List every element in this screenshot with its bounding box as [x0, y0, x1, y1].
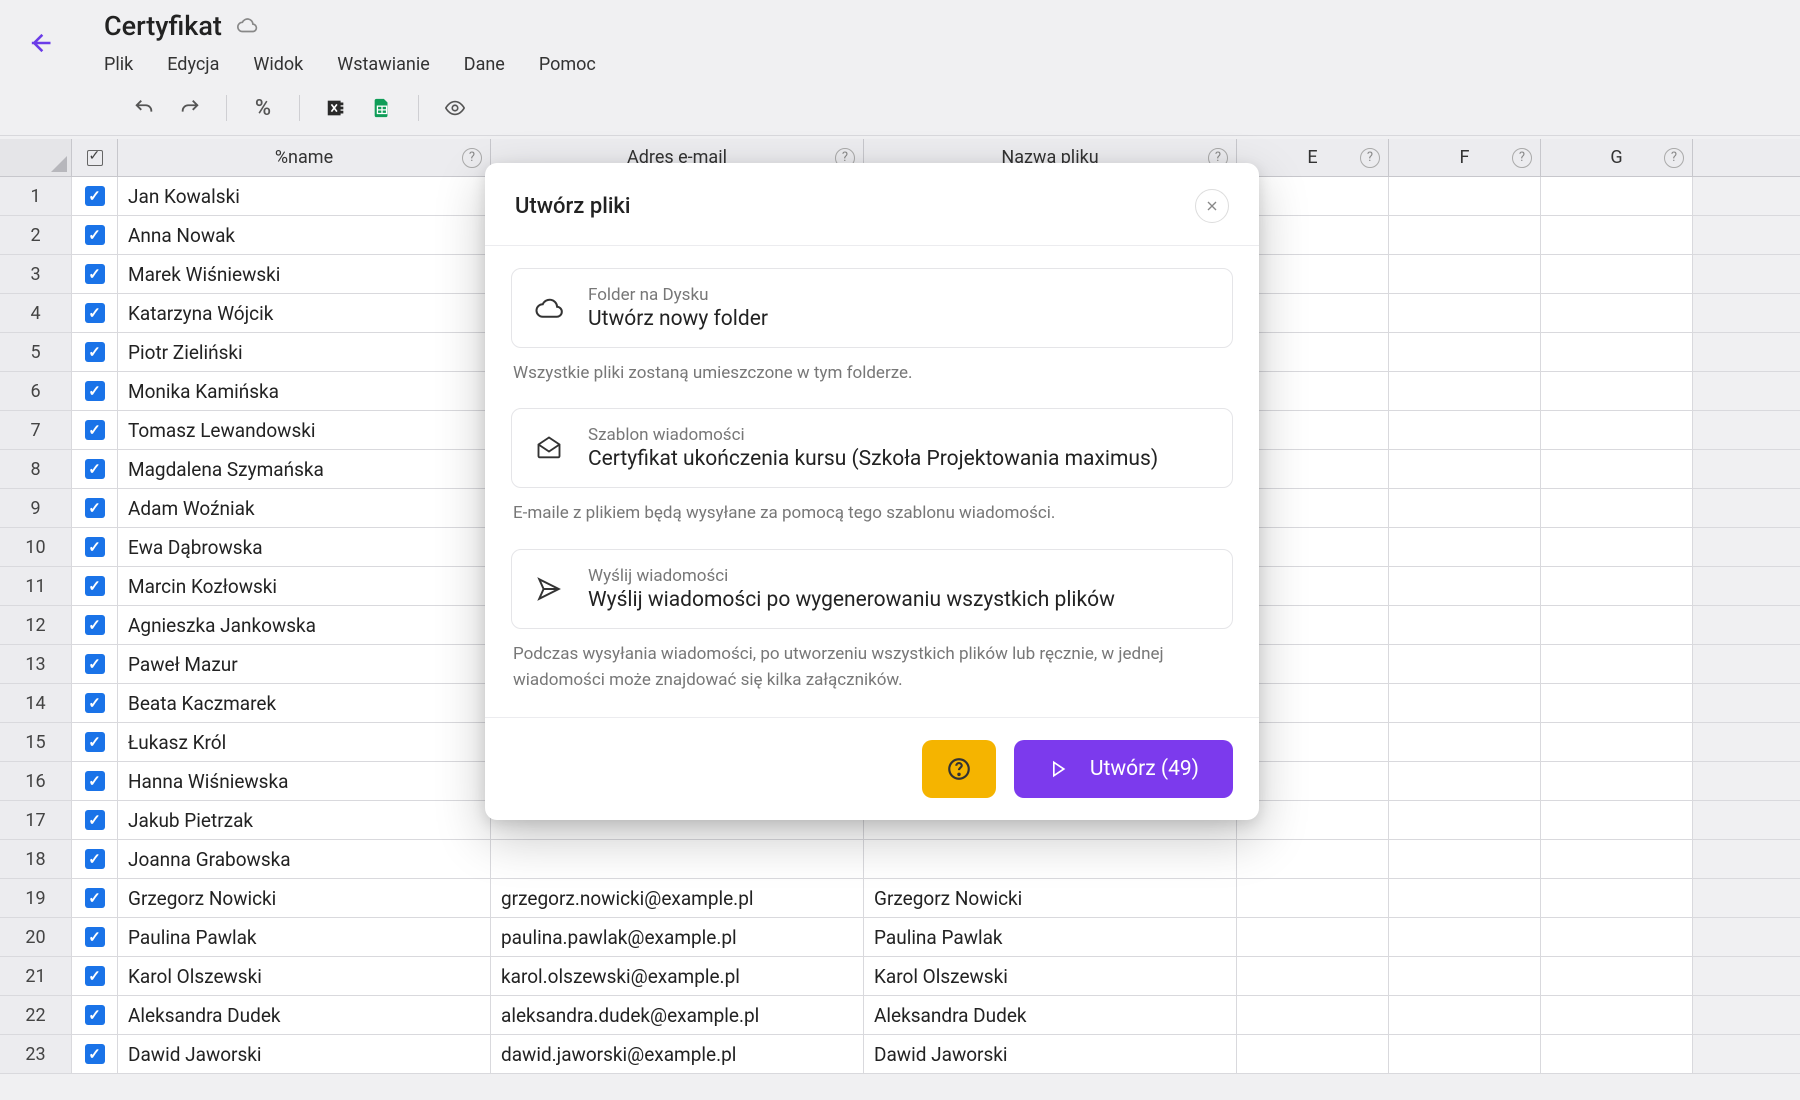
create-button-label: Utwórz (49): [1090, 757, 1199, 781]
template-option-value: Certyfikat ukończenia kursu (Szkoła Proj…: [588, 447, 1158, 471]
send-icon: [532, 572, 566, 606]
cloud-icon: [532, 291, 566, 325]
folder-option-value: Utwórz nowy folder: [588, 307, 768, 331]
template-option-label: Szablon wiadomości: [588, 425, 1158, 445]
create-button[interactable]: Utwórz (49): [1014, 740, 1233, 798]
folder-option[interactable]: Folder na Dysku Utwórz nowy folder: [511, 268, 1233, 348]
mail-open-icon: [532, 431, 566, 465]
modal-overlay: Utwórz pliki Folder na Dysku Utwórz nowy…: [0, 0, 1800, 1100]
send-option-value: Wyślij wiadomości po wygenerowaniu wszys…: [588, 588, 1115, 612]
send-hint: Podczas wysyłania wiadomości, po utworze…: [513, 641, 1231, 694]
help-button[interactable]: [922, 740, 996, 798]
template-option[interactable]: Szablon wiadomości Certyfikat ukończenia…: [511, 408, 1233, 488]
folder-option-label: Folder na Dysku: [588, 285, 768, 305]
send-option[interactable]: Wyślij wiadomości Wyślij wiadomości po w…: [511, 549, 1233, 629]
folder-hint: Wszystkie pliki zostaną umieszczone w ty…: [513, 360, 1231, 386]
create-files-dialog: Utwórz pliki Folder na Dysku Utwórz nowy…: [485, 163, 1259, 820]
dialog-title: Utwórz pliki: [515, 194, 631, 219]
send-option-label: Wyślij wiadomości: [588, 566, 1115, 586]
template-hint: E-maile z plikiem będą wysyłane za pomoc…: [513, 500, 1231, 526]
close-button[interactable]: [1195, 189, 1229, 223]
